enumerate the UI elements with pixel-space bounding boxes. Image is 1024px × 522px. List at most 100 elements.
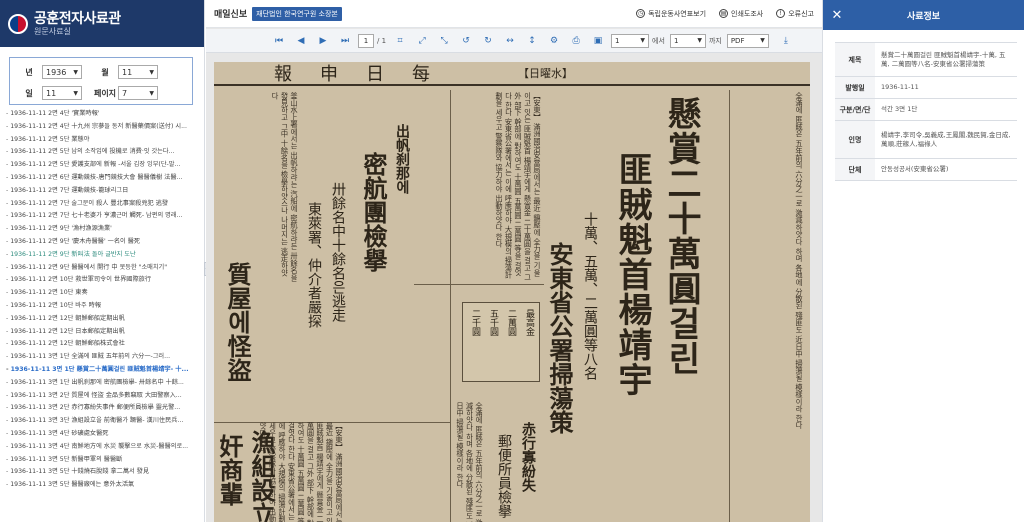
- viewer-area: 매일신보 재단법인 한국연구원 소장본 ◷ 독립운동사연표보기 ▤ 인쇄도조사 ! 오…: [206, 0, 822, 522]
- masthead-title: 報申日每: [274, 64, 458, 85]
- info-panel: ✕ 사료정보 제목 懸賞二十萬圓걸린 匪賊魁首楊靖宇-十萬, 五萬, 二萬圓等八名…: [822, 0, 1024, 522]
- article-list-item[interactable]: -1936-11-11 3면 1단 全滿에 匪賊 五年前의 六分一-그러...: [6, 351, 205, 364]
- next-page-button[interactable]: ▶: [314, 32, 332, 50]
- article-list-item[interactable]: -1936-11-11 2면 4단 '實業時報': [6, 108, 205, 121]
- article-list-item[interactable]: -1936-11-11 2면 10단 救世軍司令이 世界國際旅行: [6, 274, 205, 287]
- article-list-item[interactable]: -1936-11-11 3면 3단 漁組設立을 前衛醫가 蹶醫- 漢川住民兵..…: [6, 415, 205, 428]
- article-list-item[interactable]: -1936-11-11 3면 1단 懸賞二十萬圓걸린 匪賊魁首楊靖宇- 十...: [6, 364, 205, 377]
- download-button[interactable]: ⤓: [777, 32, 795, 50]
- newspaper-masthead: 報申日每 【日曜水】: [214, 62, 810, 86]
- fit-height-button[interactable]: ↕: [523, 32, 541, 50]
- article-list-item[interactable]: -1936-11-11 2면 9단 '慶木舟醫醫' 一名이 醫死: [6, 236, 205, 249]
- masthead-date: 【日曜水】: [518, 67, 573, 80]
- fit-height-icon: ↕: [528, 35, 536, 46]
- article-list-item[interactable]: -1936-11-11 2면 12단 朝鮮郵船定期出帆: [6, 313, 205, 326]
- article-list-item[interactable]: -1936-11-11 2면 4단 十九州 宗蔘들 동저 新醫藥價案(送付) 시…: [6, 121, 205, 134]
- info-panel-title: 사료정보: [906, 11, 941, 22]
- settings-button[interactable]: ⚙: [545, 32, 563, 50]
- range-to-label: 까지: [708, 36, 722, 45]
- second-article-body: 釜山水上署에서는 出帆하랴는 汽船에 密航하랴든 卅餘名을 發見하고 그中 十餘…: [271, 92, 299, 282]
- second-headline-top: 出帆刹那에: [394, 124, 410, 194]
- article-list-item[interactable]: -1936-11-11 3면 5단 醫醫廠에는 意外太活氣: [6, 479, 205, 492]
- article-list-item[interactable]: -1936-11-11 3면 5단 十錢燒石脫錢 拿二萬서 發見: [6, 466, 205, 479]
- article-list-item[interactable]: -1936-11-11 2면 12단 日本郵船定期出帆: [6, 326, 205, 339]
- rotate-right-button[interactable]: ↻: [479, 32, 497, 50]
- info-value: 1936-11-11: [875, 76, 1017, 99]
- second-headline-sub: 卅餘名中十餘名은逃走: [330, 182, 346, 322]
- year-select[interactable]: 1936 ▼: [42, 65, 82, 79]
- article-list-item[interactable]: -1936-11-11 2면 7단 運動競技-籠球리그日: [6, 185, 205, 198]
- article-list-item[interactable]: -1936-11-11 2면 5단 愛護支部에 新報 -서울 김장 잉부(단-말…: [6, 159, 205, 172]
- source-badge: 재단법인 한국연구원 소장본: [252, 6, 342, 21]
- article-list-item[interactable]: -1936-11-11 2면 10단 바주 時報: [6, 300, 205, 313]
- article-list-item[interactable]: -1936-11-11 2면 6단 運動競技-唐門競技大會 醫醫儀樹 法醫...: [6, 172, 205, 185]
- print-survey-link[interactable]: ▤ 인쇄도조사: [719, 9, 763, 19]
- last-page-icon: ⏭: [340, 35, 350, 46]
- print-button[interactable]: ⎙: [567, 32, 585, 50]
- article-body-right: 全滿에 匪賊은 五年前의 六分之一로 激減하얏다 하며 各地에 分散된 殘匪도 …: [795, 92, 804, 430]
- first-page-button[interactable]: ⏮: [270, 32, 288, 50]
- close-button[interactable]: ✕: [823, 0, 851, 30]
- main-headline: 懸賞二十萬圓걸린: [661, 96, 701, 376]
- info-value: 懸賞二十萬圓걸린 匪賊魁首楊靖宇-十萬, 五萬, 二萬圓等八名-安東省公署掃蕩策: [875, 42, 1017, 77]
- article-list-item[interactable]: -1936-11-11 2면 9단 醫醫에서 開行 中 못등한 "소매치기": [6, 262, 205, 275]
- reward-table: 最高金 二萬圓 五千圓 二千圓: [462, 302, 540, 382]
- year-label: 년: [25, 67, 33, 77]
- article-list: -1936-11-11 2면 4단 '實業時報' -1936-11-11 2면 4…: [0, 108, 205, 522]
- expand-icon: ⤢: [418, 35, 426, 46]
- viewer-header: 매일신보 재단법인 한국연구원 소장본 ◷ 독립운동사연표보기 ▤ 인쇄도조사 ! 오…: [206, 0, 822, 28]
- article-list-item[interactable]: -1936-11-11 3면 4단 砂礦處女醫死: [6, 428, 205, 441]
- article-list-item[interactable]: -1936-11-11 3면 1단 出帆刹那에 密航團檢擧- 卅餘名中 十餘..…: [6, 377, 205, 390]
- article-list-item[interactable]: -1936-11-11 2면 10단 東奏: [6, 287, 205, 300]
- second-headline-sub2: 東萊署、仲介者嚴探: [306, 202, 322, 328]
- report-error-link[interactable]: ! 오류신고: [776, 9, 814, 19]
- last-page-button[interactable]: ⏭: [336, 32, 354, 50]
- range-to-select[interactable]: 1 ▼: [669, 33, 706, 48]
- article-list-item[interactable]: -1936-11-11 2면 5단 業態야: [6, 134, 205, 147]
- second-headline: 密航團檢擧: [359, 152, 388, 272]
- month-select[interactable]: 11 ▼: [118, 65, 158, 79]
- print-icon: ▤: [719, 9, 729, 18]
- article-list-item[interactable]: -1936-11-11 3면 2단 質屋에 怪盜 金品多數竊取 大田警察入...: [6, 390, 205, 403]
- rotate-left-button[interactable]: ↺: [457, 32, 475, 50]
- article-list-item[interactable]: -1936-11-11 2면 9단 新叫法 돌아 글반지 도난: [6, 249, 205, 262]
- logo-bar[interactable]: 공훈전자사료관 원문사료실: [0, 0, 204, 47]
- expand-button[interactable]: ⤢: [413, 32, 431, 50]
- month-label: 월: [101, 67, 109, 77]
- fit-width-button[interactable]: ↔: [501, 32, 519, 50]
- article-list-item[interactable]: -1936-11-11 3면 5단 新醫甲軍의 醫醫斷: [6, 454, 205, 467]
- article-list-item[interactable]: -1936-11-11 2면 9단 '漁村漁源漁業': [6, 223, 205, 236]
- document-viewer[interactable]: 報申日每 【日曜水】 全滿에 匪賊은 五年前의 六分之一로 激減하얏다 하며 各…: [206, 54, 822, 522]
- main-headline-side2: 安東省公署掃蕩策: [545, 242, 574, 434]
- article-list-item[interactable]: -1936-11-11 2면 12단 朝鮮郵船株式會社: [6, 338, 205, 351]
- article-list-item[interactable]: -1936-11-11 3면 4단 南鮮地方에 水災 襲撃으로 水災-醫醫의로.…: [6, 441, 205, 454]
- article-list-item[interactable]: -1936-11-11 2면 5단 남의 소작입에 投機로 消費·잇 갓는다..…: [6, 146, 205, 159]
- chevron-down-icon: ▼: [73, 89, 78, 97]
- logo-emblem-icon: [8, 13, 28, 34]
- chevron-down-icon: ▼: [149, 89, 154, 97]
- range-from-select[interactable]: 1 ▼: [611, 33, 650, 48]
- timeline-link[interactable]: ◷ 독립운동사연표보기: [636, 9, 706, 19]
- rotate-right-icon: ↻: [484, 35, 492, 46]
- save-icon: ▣: [593, 35, 603, 46]
- article-list-item[interactable]: -1936-11-11 2면 7단 七十老婆가 亨濃근머 觸死- 남편의 명래.…: [6, 210, 205, 223]
- info-value: 석간 3면 1단: [875, 98, 1017, 121]
- page-total: / 1: [377, 36, 387, 45]
- printer-icon: ⎙: [572, 35, 580, 46]
- fourth-headline: 赤行寡紛失: [520, 422, 536, 492]
- page-select[interactable]: 7 ▼: [118, 86, 158, 100]
- fit-page-button[interactable]: ⌗: [391, 32, 409, 50]
- article-list-item[interactable]: -1936-11-11 2면 7단 술그문이 殺人 豐北事案殺兇犯 逃發: [6, 198, 205, 211]
- format-select[interactable]: PDF ▼: [726, 33, 769, 48]
- info-row: 발행일 1936-11-11: [835, 76, 1017, 99]
- prev-icon: ◀: [297, 35, 305, 46]
- info-key: 제목: [835, 42, 875, 77]
- info-row: 제목 懸賞二十萬圓걸린 匪賊魁首楊靖宇-十萬, 五萬, 二萬圓等八名-安東省公署掃…: [835, 42, 1017, 77]
- save-button[interactable]: ▣: [589, 32, 607, 50]
- page-number-input[interactable]: 1: [358, 33, 374, 48]
- shrink-button[interactable]: ⤡: [435, 32, 453, 50]
- info-key: 단체: [835, 158, 875, 181]
- day-select[interactable]: 11 ▼: [42, 86, 82, 100]
- prev-page-button[interactable]: ◀: [292, 32, 310, 50]
- article-list-item[interactable]: -1936-11-11 3면 2단 赤行寡紛失事件 郵便所員檢擧 靈光警...: [6, 402, 205, 415]
